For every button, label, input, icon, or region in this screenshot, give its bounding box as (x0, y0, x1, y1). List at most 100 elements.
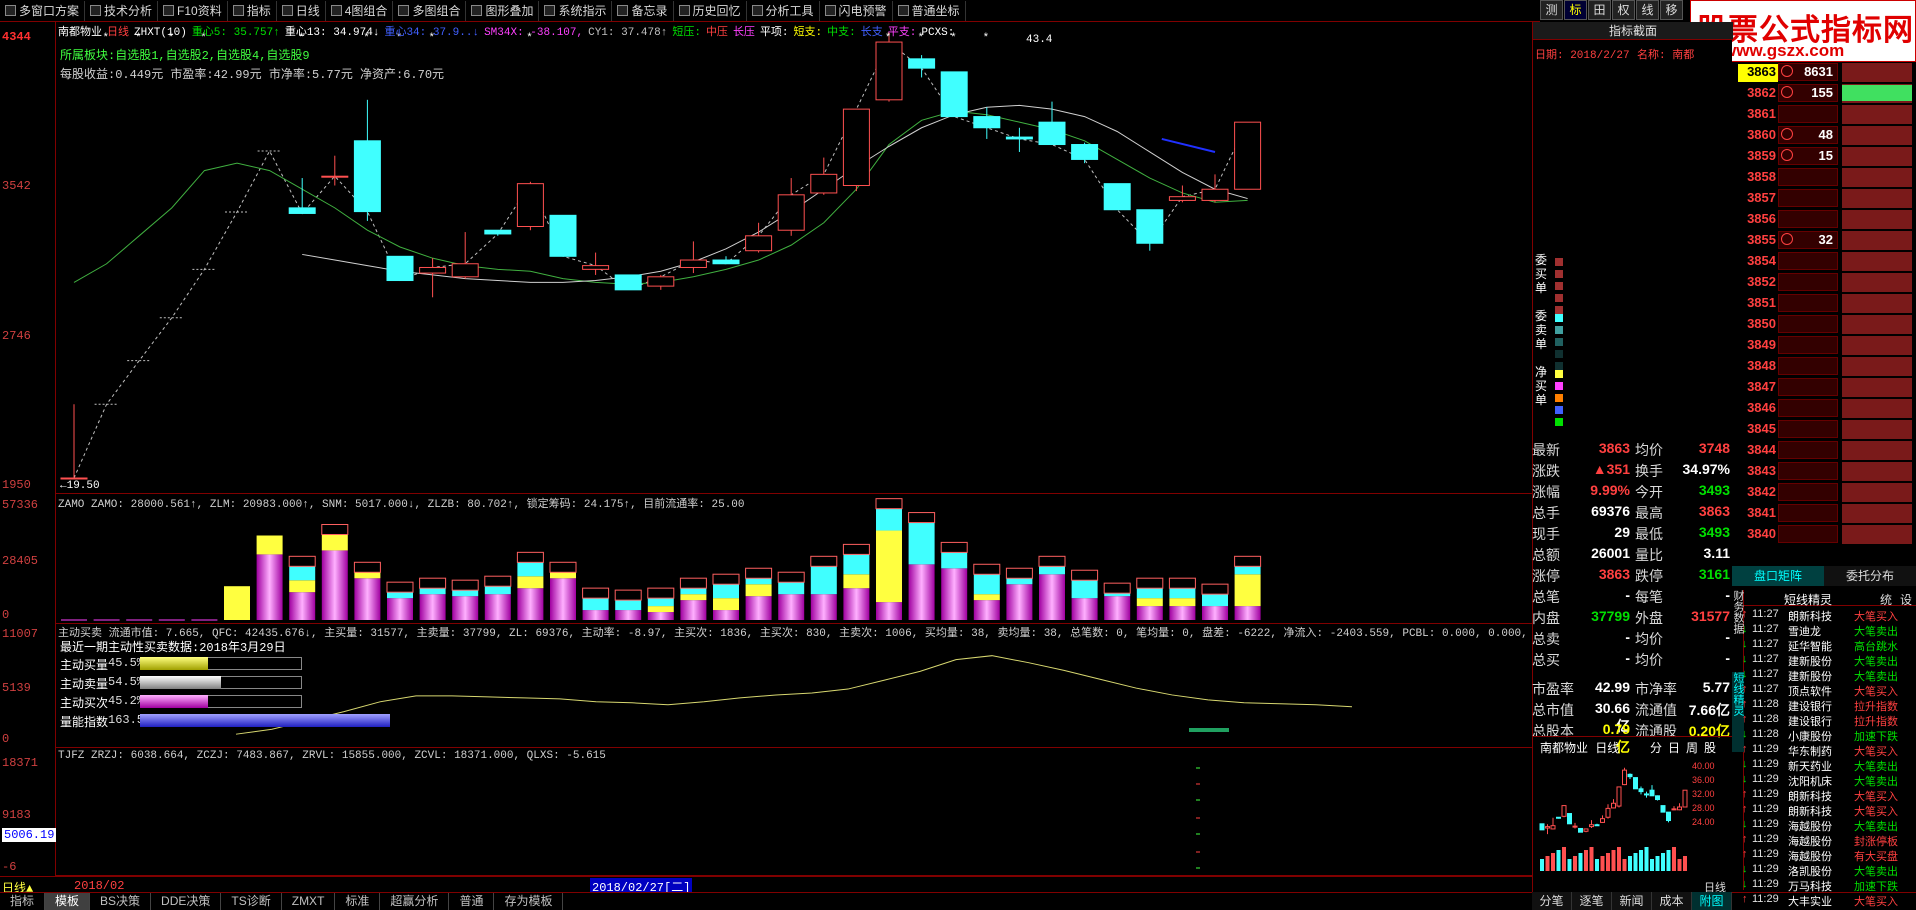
menu-item[interactable]: 分析工具 (747, 0, 820, 21)
ladder-row[interactable]: 3841 (1732, 503, 1916, 524)
elf-item[interactable]: ↓ 11:29 海越股份 大笔卖出 (1742, 818, 1916, 833)
bottom-tab[interactable]: 普通 (449, 893, 495, 910)
ladder-row[interactable]: 3849 (1732, 335, 1916, 356)
menu-item[interactable]: 系统指示 (539, 0, 613, 21)
elf-action: 高台跳水 (1854, 641, 1898, 653)
elf-item[interactable]: ↓ 11:27 建新股份 大笔卖出 (1742, 668, 1916, 683)
elf-item[interactable]: ↓ 11:28 小康股份 加速下跌 (1742, 728, 1916, 743)
ladder-row[interactable]: 3855 32 (1732, 230, 1916, 251)
bottom-tab[interactable]: 指标 (0, 893, 46, 910)
elf-item[interactable]: ↑ 11:27 顶点软件 大笔买入 (1742, 683, 1916, 698)
right-tab[interactable]: 线 (1636, 0, 1659, 20)
elf-item[interactable]: ↓ 11:27 建新股份 大笔卖出 (1742, 653, 1916, 668)
ladder-row[interactable]: 3842 (1732, 482, 1916, 503)
elf-item[interactable]: ↑ 11:29 朗新科技 大笔买入 (1742, 788, 1916, 803)
elf-item[interactable]: ↓ 11:29 洛凯股份 大笔卖出 (1742, 863, 1916, 878)
elf-item[interactable]: ↑ 11:29 海越股份 封涨停板 (1742, 833, 1916, 848)
elf-item[interactable]: ↓ 11:27 延华智能 高台跳水 (1742, 638, 1916, 653)
elf-tab-settings[interactable]: 设 (1900, 591, 1912, 608)
menu-item[interactable]: 闪电预警 (820, 0, 893, 21)
ladder-row[interactable]: 3843 (1732, 461, 1916, 482)
menu-item[interactable]: 历史回忆 (674, 0, 747, 21)
ladder-row[interactable]: 3857 (1732, 188, 1916, 209)
ladder-row[interactable]: 3861 (1732, 104, 1916, 125)
bottom-tab[interactable]: 标准 (335, 893, 381, 910)
ladder-row[interactable]: 3844 (1732, 440, 1916, 461)
bottom-tab[interactable]: 超赢分析 (380, 893, 450, 910)
right-tab[interactable]: 标 (1564, 0, 1587, 20)
elf-item[interactable]: ↑ 11:29 朗新科技 大笔买入 (1742, 803, 1916, 818)
bottom-tab[interactable]: 模板 (45, 893, 91, 910)
ladder-row[interactable]: 3847 (1732, 377, 1916, 398)
ladder-row[interactable]: 3854 (1732, 251, 1916, 272)
right-tab[interactable]: 移 (1660, 0, 1683, 20)
mini-body (1616, 786, 1622, 807)
menu-item[interactable]: F10资料 (158, 0, 228, 21)
ladder-row[interactable]: 3848 (1732, 356, 1916, 377)
menu-item[interactable]: 多窗口方案 (0, 0, 86, 21)
mini-tab[interactable]: 分 (1650, 739, 1662, 756)
mini-body (1677, 806, 1682, 811)
mini-bottom-tab[interactable]: 逐笔 (1572, 892, 1612, 910)
elf-item[interactable]: ↑ 11:28 建设银行 拉升指数 (1742, 698, 1916, 713)
right-tab[interactable]: 权 (1612, 0, 1635, 20)
menu-item[interactable]: 图形叠加 (466, 0, 540, 21)
menu-item[interactable]: 日线 (277, 0, 326, 21)
right-tab[interactable]: 田 (1588, 0, 1611, 20)
ladder-row[interactable]: 3858 (1732, 167, 1916, 188)
menu-item[interactable]: 技术分析 (85, 0, 159, 21)
mini-bottom-tab[interactable]: 新闻 (1612, 892, 1652, 910)
menu-item[interactable]: 普通坐标 (893, 0, 966, 21)
bottom-tab[interactable]: TS诊断 (221, 893, 282, 910)
quote-row: 最新 3863 均价 3748 (1532, 440, 1732, 461)
bar-percent: 45.5% (108, 656, 145, 670)
menu-label: 历史回忆 (692, 3, 741, 18)
ladder-row[interactable]: 3863 8631 (1732, 62, 1916, 83)
menu-item[interactable]: 4图组合 (326, 0, 394, 21)
right-tab[interactable]: 测 (1540, 0, 1563, 20)
bottom-tab[interactable]: ZMXT (282, 893, 336, 910)
mini-tab[interactable]: 股 (1704, 739, 1716, 756)
volume-bar-segment (876, 530, 902, 603)
bottom-tab[interactable]: 存为模板 (494, 893, 564, 910)
elf-item[interactable]: ↓ 11:29 沈阳机床 大笔卖出 (1742, 773, 1916, 788)
ladder-price: 3859 (1747, 148, 1776, 163)
elf-tab-stat[interactable]: 统 (1880, 591, 1892, 608)
bottom-tab[interactable]: DDE决策 (151, 893, 222, 910)
volume-panel[interactable]: ZAMO ZAMO: 28000.561↑, ZLM: 20983.000↑, … (56, 494, 1532, 624)
ladder-row[interactable]: 3852 (1732, 272, 1916, 293)
elf-item[interactable]: ↑ 11:27 朗新科技 大笔买入 (1742, 608, 1916, 623)
price-panel[interactable]: * * * * * * * * * * * * * 南都物业 日线 ZHXT(10) 重心5: 35.757↑… (56, 22, 1532, 494)
ladder-row[interactable]: 3860 48 (1732, 125, 1916, 146)
elf-item[interactable]: ↑ 11:28 建设银行 拉升指数 (1742, 713, 1916, 728)
tab-order-matrix[interactable]: 盘口矩阵 (1732, 566, 1824, 586)
tab-order-distribution[interactable]: 委托分布 (1824, 566, 1916, 586)
ladder-row[interactable]: 3850 (1732, 314, 1916, 335)
elf-item[interactable]: ↑ 11:29 华东制药 大笔买入 (1742, 743, 1916, 758)
mini-tab[interactable]: 日 (1668, 739, 1680, 756)
fund-flow-panel[interactable]: TJFZ ZRZJ: 6038.664, ZCZJ: 7483.867, ZRV… (56, 748, 1532, 876)
mini-bottom-tab[interactable]: 分笔 (1532, 892, 1572, 910)
ladder-row[interactable]: 3845 (1732, 419, 1916, 440)
elf-item[interactable]: ↓ 11:29 新天药业 大笔卖出 (1742, 758, 1916, 773)
menu-item[interactable]: 指标 (228, 0, 277, 21)
bottom-tab[interactable]: BS决策 (90, 893, 152, 910)
mini-bottom-tab[interactable]: 附图 (1692, 892, 1732, 910)
elf-item[interactable]: ↓ 11:27 雪迪龙 大笔卖出 (1742, 623, 1916, 638)
elf-item[interactable]: ↑ 11:29 大丰实业 大笔买入 (1742, 893, 1916, 908)
candle-body (484, 229, 512, 235)
menu-item[interactable]: 备忘录 (612, 0, 674, 21)
elf-item[interactable]: ↓ 11:29 万马科技 加速下跌 (1742, 878, 1916, 893)
ladder-row[interactable]: 3856 (1732, 209, 1916, 230)
mini-tab[interactable]: 周 (1686, 739, 1698, 756)
ladder-row[interactable]: 3859 15 (1732, 146, 1916, 167)
menu-item[interactable]: 多图组合 (393, 0, 467, 21)
ladder-row[interactable]: 3851 (1732, 293, 1916, 314)
indicator-panel[interactable]: 主动买卖 流通市值: 7.665, QFC: 42435.676↓, 主买量: … (56, 624, 1532, 748)
ladder-row[interactable]: 3846 (1732, 398, 1916, 419)
ladder-row[interactable]: 3840 (1732, 524, 1916, 545)
y-tick: 28405 (2, 554, 39, 568)
elf-item[interactable]: ↑ 11:29 海越股份 有大买盘 (1742, 848, 1916, 863)
candle-body (1234, 121, 1262, 190)
mini-bottom-tab[interactable]: 成本 (1652, 892, 1692, 910)
